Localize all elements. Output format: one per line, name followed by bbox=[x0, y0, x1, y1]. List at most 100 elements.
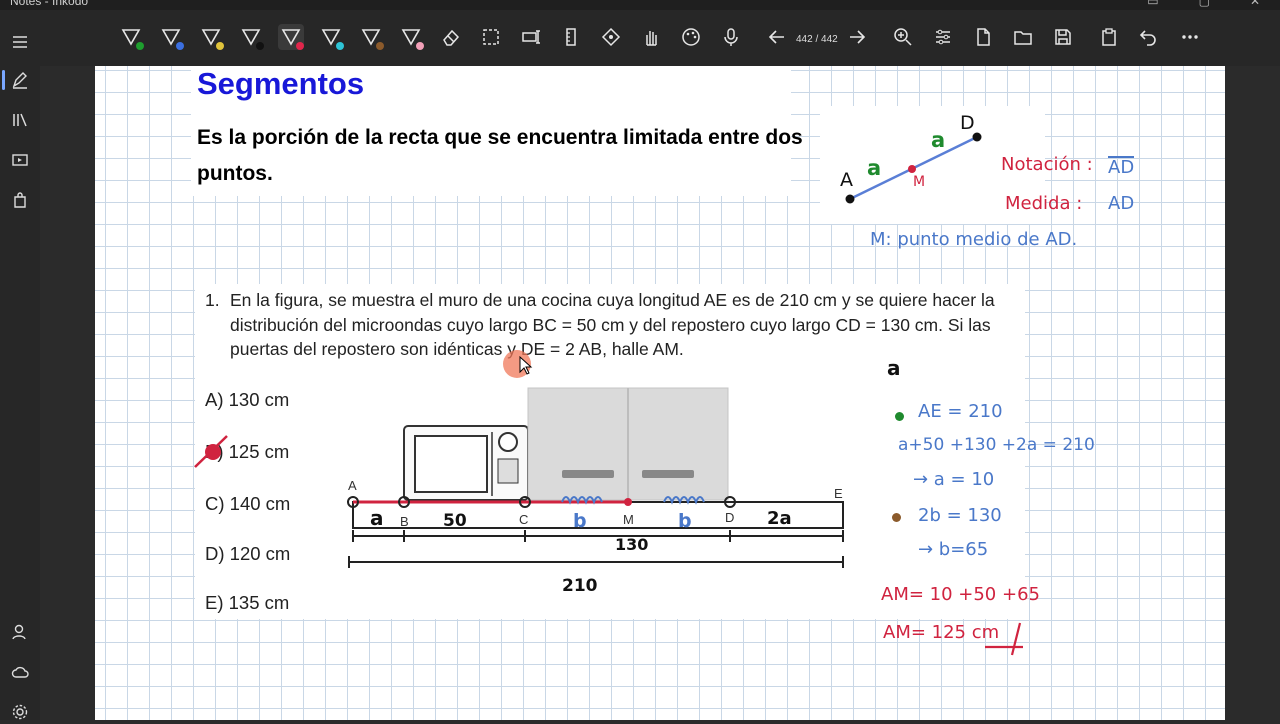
pen-color-dot bbox=[416, 42, 424, 50]
file-icon bbox=[977, 28, 990, 46]
media-nav-button[interactable] bbox=[8, 148, 32, 172]
eraser-button[interactable] bbox=[438, 24, 464, 50]
color-palette-button[interactable] bbox=[678, 24, 704, 50]
green-bullet bbox=[895, 412, 904, 421]
window-controls: ▭ ▢ ✕ bbox=[1147, 0, 1260, 8]
microwave bbox=[403, 425, 529, 501]
notation-value: AD bbox=[1108, 156, 1135, 178]
question-number: 1. bbox=[205, 290, 220, 310]
label-a: A bbox=[840, 169, 853, 191]
question-text: En la figura, se muestra el muro de una … bbox=[230, 290, 995, 359]
option-e[interactable]: E) 135 cm bbox=[205, 592, 289, 614]
zoom-in-icon bbox=[894, 28, 912, 46]
text-tool-button[interactable] bbox=[518, 24, 544, 50]
hw-fig-210: 210 bbox=[562, 576, 598, 596]
option-letter: E) bbox=[205, 592, 224, 613]
more-icon bbox=[1182, 35, 1198, 39]
option-c[interactable]: C) 140 cm bbox=[205, 493, 290, 515]
settings-button[interactable] bbox=[8, 700, 32, 724]
maximize-icon[interactable]: ▢ bbox=[1199, 0, 1210, 8]
bag-icon bbox=[14, 192, 26, 208]
notation-label: Notación : bbox=[1001, 154, 1093, 175]
label-m: M bbox=[913, 174, 926, 190]
pen-green-button[interactable] bbox=[118, 24, 144, 50]
page-indicator: 442 / 442 bbox=[796, 34, 838, 45]
minimize-icon[interactable]: ▭ bbox=[1147, 0, 1158, 8]
sliders-icon bbox=[936, 29, 950, 45]
notes-nav-button[interactable] bbox=[2, 68, 32, 92]
figure-label-b: B bbox=[400, 514, 409, 529]
pan-hand-button[interactable] bbox=[638, 24, 664, 50]
next-page-button[interactable] bbox=[844, 24, 870, 50]
pen-yellow-button[interactable] bbox=[198, 24, 224, 50]
text-box-icon bbox=[522, 30, 540, 44]
settings-sliders-button[interactable] bbox=[930, 24, 956, 50]
point-a-dot bbox=[845, 194, 855, 204]
save-icon bbox=[1055, 29, 1071, 45]
pen-red-button[interactable] bbox=[278, 24, 304, 50]
measure-value: AD bbox=[1108, 193, 1135, 214]
answer-mark bbox=[194, 435, 228, 468]
option-a[interactable]: A) 130 cm bbox=[205, 389, 289, 411]
video-icon bbox=[12, 154, 28, 166]
palette-icon bbox=[682, 28, 700, 46]
notebook-page[interactable]: Segmentos Es la porción de la recta que … bbox=[95, 66, 1225, 720]
pen-color-dot bbox=[216, 42, 224, 50]
ruler-icon bbox=[566, 28, 576, 46]
hamburger-icon bbox=[13, 36, 27, 48]
pen-cyan-button[interactable] bbox=[318, 24, 344, 50]
zoom-button[interactable] bbox=[890, 24, 916, 50]
page-heading: Segmentos bbox=[197, 66, 365, 101]
option-text: 125 cm bbox=[228, 441, 290, 462]
option-text: 140 cm bbox=[229, 493, 291, 514]
store-nav-button[interactable] bbox=[8, 188, 32, 212]
lasso-select-button[interactable] bbox=[478, 24, 504, 50]
toolbar: 442 / 442 bbox=[0, 10, 1280, 66]
account-nav-button[interactable] bbox=[8, 620, 32, 644]
figure-label-e: E bbox=[834, 486, 843, 501]
gear-icon bbox=[12, 704, 28, 720]
shapes-button[interactable] bbox=[598, 24, 624, 50]
pen-color-dot bbox=[176, 42, 184, 50]
open-folder-button[interactable] bbox=[1010, 24, 1036, 50]
hw-fig-130: 130 bbox=[615, 535, 649, 554]
option-d[interactable]: D) 120 cm bbox=[205, 543, 290, 565]
close-icon[interactable]: ✕ bbox=[1250, 0, 1260, 8]
pen-brown-button[interactable] bbox=[358, 24, 384, 50]
solution-line-1: AE = 210 bbox=[918, 401, 1003, 422]
more-options-button[interactable] bbox=[1177, 24, 1203, 50]
pen-blue-button[interactable] bbox=[158, 24, 184, 50]
clipboard-icon bbox=[1102, 28, 1116, 46]
hw-fig-2a: 2a bbox=[767, 508, 792, 529]
hw-fig-50: 50 bbox=[443, 511, 467, 531]
option-letter: C) bbox=[205, 493, 225, 514]
cloud-sync-button[interactable] bbox=[8, 660, 32, 684]
under-ab-annotation: a bbox=[887, 356, 901, 380]
pen-black-button[interactable] bbox=[238, 24, 264, 50]
answer-underline bbox=[985, 622, 1023, 656]
menu-button[interactable] bbox=[8, 30, 32, 54]
microphone-button[interactable] bbox=[718, 24, 744, 50]
arrow-left-icon bbox=[768, 30, 784, 44]
clipboard-button[interactable] bbox=[1096, 24, 1122, 50]
option-text: 120 cm bbox=[229, 543, 291, 564]
ruler-button[interactable] bbox=[558, 24, 584, 50]
label-a-left: a bbox=[867, 156, 882, 180]
cloud-icon bbox=[11, 666, 29, 678]
pen-pink-button[interactable] bbox=[398, 24, 424, 50]
hand-icon bbox=[646, 31, 657, 46]
option-text: 135 cm bbox=[228, 592, 290, 613]
segment-definition: Es la porción de la recta que se encuent… bbox=[197, 126, 803, 185]
answer-dot bbox=[205, 444, 221, 460]
new-page-button[interactable] bbox=[970, 24, 996, 50]
library-nav-button[interactable] bbox=[8, 108, 32, 132]
option-letter: A) bbox=[205, 389, 224, 410]
answer-strike bbox=[194, 435, 228, 468]
previous-page-button[interactable] bbox=[764, 24, 790, 50]
window-title: Notes - Inkodo bbox=[10, 0, 89, 8]
folder-icon bbox=[1014, 31, 1032, 45]
save-button[interactable] bbox=[1050, 24, 1076, 50]
pen-color-dot bbox=[136, 42, 144, 50]
undo-button[interactable] bbox=[1136, 24, 1162, 50]
solution-line-4: 2b = 130 bbox=[918, 505, 1002, 526]
